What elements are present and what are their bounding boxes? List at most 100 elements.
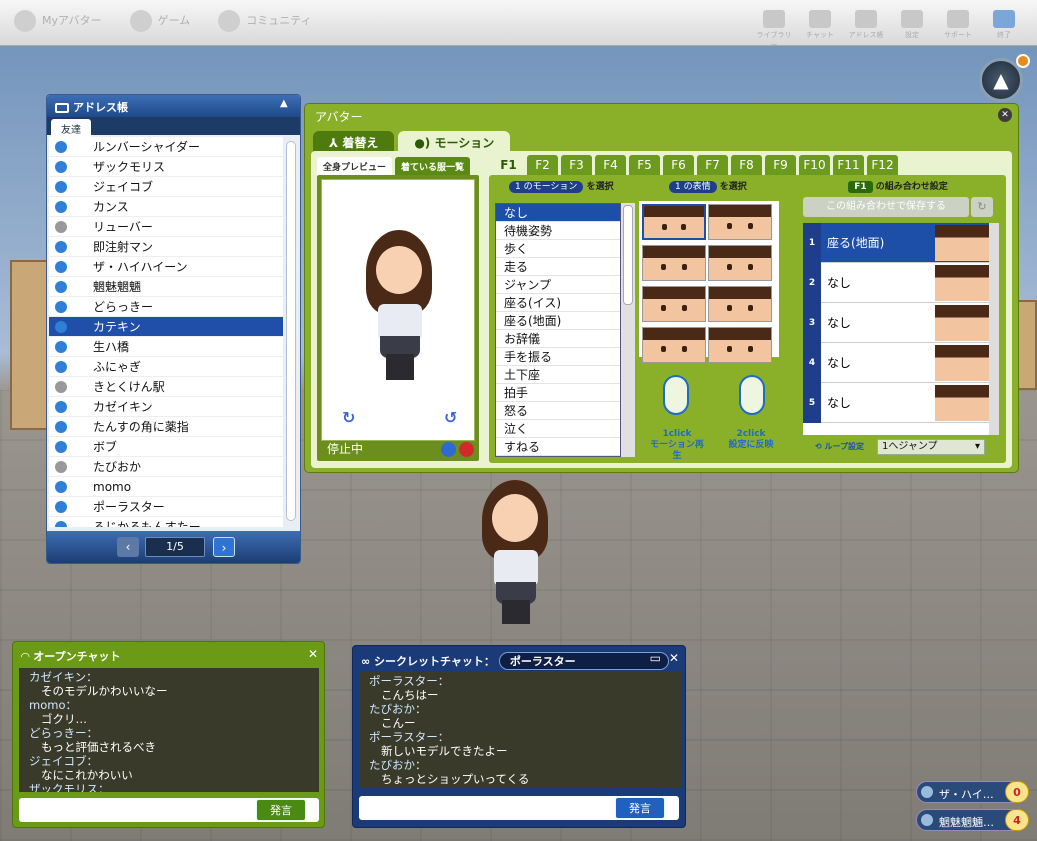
tab-f10[interactable]: F10: [799, 155, 830, 175]
secret-chat-send-button[interactable]: 発言: [615, 797, 665, 819]
friend-list-item[interactable]: ふにゃぎ: [49, 357, 283, 377]
stop-icon[interactable]: [459, 442, 474, 457]
tab-f4[interactable]: F4: [595, 155, 626, 175]
combo-slot[interactable]: 1 座る(地面): [803, 223, 997, 263]
tab-f2[interactable]: F2: [527, 155, 558, 175]
friend-list-item[interactable]: リューバー: [49, 217, 283, 237]
notification-item[interactable]: ザ・ハイ… 0: [916, 781, 1029, 803]
friend-list-item[interactable]: カゼイキン: [49, 397, 283, 417]
tab-full-preview[interactable]: 全身プレビュー: [317, 157, 393, 176]
expression-option[interactable]: [708, 245, 772, 281]
expression-option[interactable]: [642, 204, 706, 240]
tab-motion[interactable]: ●) モーション: [398, 131, 511, 153]
expression-option[interactable]: [708, 286, 772, 322]
play-icon[interactable]: [441, 442, 456, 457]
my-avatar-menu[interactable]: Myアバター: [14, 10, 102, 32]
friend-list-item[interactable]: たびおか: [49, 457, 283, 477]
motion-list-item[interactable]: 走る: [496, 258, 620, 276]
motion-list-item[interactable]: 手を振る: [496, 348, 620, 366]
combo-slot[interactable]: 5 なし: [803, 382, 997, 423]
friend-list-item[interactable]: ジェイコブ: [49, 177, 283, 197]
expression-option[interactable]: [642, 327, 706, 363]
combo-slot[interactable]: 4 なし: [803, 342, 997, 383]
friend-list-item[interactable]: 生ハ橋: [49, 337, 283, 357]
motion-list-item[interactable]: 泣く: [496, 420, 620, 438]
slot-scrollbar[interactable]: [989, 223, 999, 435]
prev-page-button[interactable]: ‹: [117, 537, 139, 557]
combo-slot[interactable]: 3 なし: [803, 302, 997, 343]
close-icon[interactable]: ✕: [998, 108, 1012, 122]
exit-button[interactable]: 終了: [985, 10, 1023, 50]
undo-icon[interactable]: ↻: [971, 197, 993, 217]
close-icon[interactable]: ✕: [669, 651, 679, 665]
loop-select[interactable]: 1へジャンプ ▾: [877, 439, 985, 455]
friend-list-item[interactable]: きとくけん駅: [49, 377, 283, 397]
motion-list-item[interactable]: すねる: [496, 438, 620, 456]
friend-list-item[interactable]: たんすの角に薬指: [49, 417, 283, 437]
tab-f6[interactable]: F6: [663, 155, 694, 175]
tab-f11[interactable]: F11: [833, 155, 864, 175]
expression-option[interactable]: [642, 286, 706, 322]
library-button[interactable]: ライブラリー: [755, 10, 793, 50]
scrollbar-thumb[interactable]: [623, 205, 633, 305]
address-book-header[interactable]: アドレス帳 ▲: [47, 95, 300, 117]
motion-list-item[interactable]: 座る(地面): [496, 312, 620, 330]
friend-list-item[interactable]: ルンバーシャイダー: [49, 137, 283, 157]
minimize-icon[interactable]: ▲: [280, 98, 294, 112]
motion-list-item[interactable]: 拍手: [496, 384, 620, 402]
motion-list-item[interactable]: 待機姿勢: [496, 222, 620, 240]
close-icon[interactable]: ✕: [308, 647, 318, 661]
notification-item[interactable]: 魍魅魍魎… 4: [916, 809, 1029, 831]
tab-friends[interactable]: 友達: [51, 119, 91, 138]
tab-worn-clothes[interactable]: 着ている服一覧: [395, 157, 471, 176]
friend-list-scrollbar[interactable]: [286, 141, 296, 521]
expression-option[interactable]: [708, 204, 772, 240]
tab-f5[interactable]: F5: [629, 155, 660, 175]
friend-list-item[interactable]: 魍魅魍魎: [49, 277, 283, 297]
friend-list-item[interactable]: ポーラスター: [49, 497, 283, 517]
secret-chat-header[interactable]: ∞ シークレットチャット： ポーラスター ▭ ✕: [353, 646, 685, 670]
window-icon[interactable]: ▭: [650, 651, 661, 665]
settings-button[interactable]: 設定: [893, 10, 931, 50]
rotate-left-icon[interactable]: ↻: [342, 408, 355, 427]
motion-list-item[interactable]: 土下座: [496, 366, 620, 384]
player-avatar[interactable]: [472, 480, 562, 630]
friend-list-item[interactable]: ろじかるもんすたー: [49, 517, 283, 527]
friend-list-item[interactable]: ボブ: [49, 437, 283, 457]
game-menu[interactable]: ゲーム: [129, 10, 190, 32]
tab-f1[interactable]: F1: [493, 155, 524, 175]
motion-list-item[interactable]: 座る(イス): [496, 294, 620, 312]
motion-list-item[interactable]: 怒る: [496, 402, 620, 420]
friend-list-item[interactable]: ザックモリス: [49, 157, 283, 177]
motion-list-item[interactable]: 歩く: [496, 240, 620, 258]
motion-list-item[interactable]: なし: [496, 204, 620, 222]
expression-option[interactable]: [708, 327, 772, 363]
friend-list-item[interactable]: どらっきー: [49, 297, 283, 317]
open-chat-send-button[interactable]: 発言: [256, 799, 306, 821]
scrollbar-thumb[interactable]: [286, 141, 296, 521]
friend-list-item[interactable]: カテキン: [49, 317, 283, 337]
chat-button[interactable]: チャット: [801, 10, 839, 50]
tab-f9[interactable]: F9: [765, 155, 796, 175]
motion-list-scrollbar[interactable]: [621, 203, 635, 457]
tab-f3[interactable]: F3: [561, 155, 592, 175]
tab-f8[interactable]: F8: [731, 155, 762, 175]
save-combo-button[interactable]: この組み合わせで保存する: [803, 197, 969, 217]
friend-list-item[interactable]: 即注射マン: [49, 237, 283, 257]
open-chat-header[interactable]: ◠ オープンチャット ✕: [13, 642, 324, 666]
friend-list-item[interactable]: カンス: [49, 197, 283, 217]
rotate-right-icon[interactable]: ↺: [444, 408, 457, 427]
expression-option[interactable]: [642, 245, 706, 281]
next-page-button[interactable]: ›: [213, 537, 235, 557]
friend-list-item[interactable]: momo: [49, 477, 283, 497]
address-book-button[interactable]: アドレス帳: [847, 10, 885, 50]
motion-list-item[interactable]: お辞儀: [496, 330, 620, 348]
tab-dressup[interactable]: ⅄ 着替え: [313, 131, 395, 153]
motion-list-item[interactable]: ジャンプ: [496, 276, 620, 294]
support-button[interactable]: サポート: [939, 10, 977, 50]
tab-f7[interactable]: F7: [697, 155, 728, 175]
community-menu[interactable]: コミュニティ: [218, 10, 312, 32]
combo-slot[interactable]: 2 なし: [803, 262, 997, 303]
friend-list-item[interactable]: ザ・ハイハイーン: [49, 257, 283, 277]
tab-f12[interactable]: F12: [867, 155, 898, 175]
